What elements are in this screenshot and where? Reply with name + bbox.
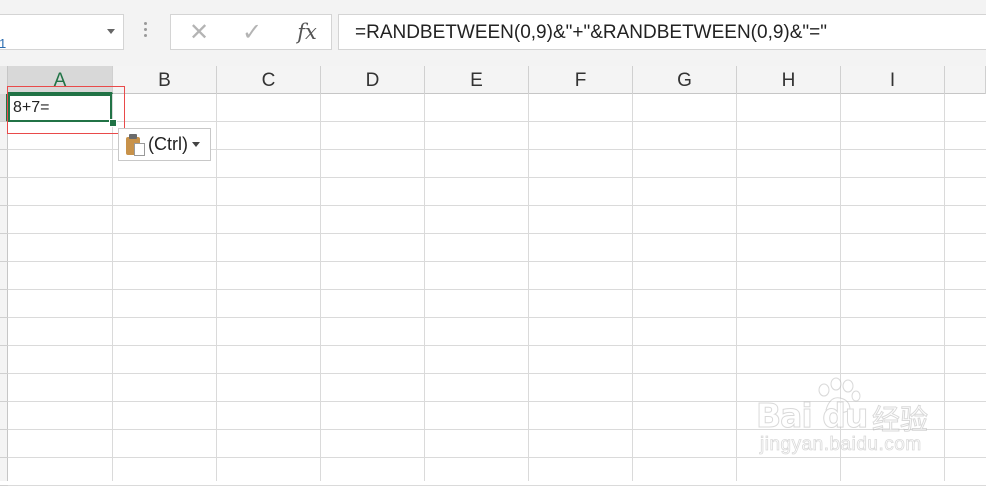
column-header-g[interactable]: G [633,66,737,94]
column-header-partial[interactable] [945,66,986,94]
clipboard-paste-icon [126,133,146,156]
row-header-5[interactable] [0,206,8,234]
row-header-9[interactable] [0,318,8,346]
row-header-7[interactable] [0,262,8,290]
grid-column-line [320,94,321,481]
paste-options-label: (Ctrl) [148,134,188,154]
row-header-8[interactable] [0,290,8,318]
formula-bar-row: 1 ✕ ✓ fx =RANDBETWEEN(0,9)&"+"&RANDBETWE… [0,0,986,66]
column-header-c[interactable]: C [217,66,321,94]
grid-column-line [112,94,113,481]
formula-buttons: ✕ ✓ fx [170,14,332,50]
paste-options-button[interactable]: (Ctrl) [118,128,211,161]
row-header-4[interactable] [0,178,8,206]
watermark-brand-cn: 经验 [871,404,929,436]
column-header-d[interactable]: D [321,66,425,94]
row-header-6[interactable] [0,234,8,262]
row-header-10[interactable] [0,346,8,374]
cancel-icon[interactable]: ✕ [179,15,219,49]
row-header-column [0,94,8,486]
column-header-h[interactable]: H [737,66,841,94]
annotation-highlight-box [7,86,125,134]
column-header-e[interactable]: E [425,66,529,94]
row-header-13[interactable] [0,430,8,458]
formula-bar-resize-handle[interactable] [144,22,148,42]
column-header-row: ABCDEFGHI [0,66,986,94]
enter-check-icon[interactable]: ✓ [232,15,272,49]
grid-column-line [736,94,737,481]
chevron-down-icon [191,142,200,147]
name-box-dropdown-icon[interactable] [107,29,115,34]
insert-function-button[interactable]: fx [287,15,327,49]
row-header-3[interactable] [0,150,8,178]
row-header-14[interactable] [0,458,8,486]
name-box[interactable]: 1 [0,14,124,51]
watermark-brand: Bai du [755,396,868,436]
grid-column-line [632,94,633,481]
column-header-b[interactable]: B [113,66,217,94]
grid-column-line [216,94,217,481]
baidu-jingyan-watermark: Bai du 经验 jingyan.baidu.com [755,376,986,476]
column-header-i[interactable]: I [841,66,945,94]
formula-input[interactable]: =RANDBETWEEN(0,9)&"+"&RANDBETWEEN(0,9)&"… [338,14,986,50]
name-box-value: 1 [0,36,7,51]
column-header-f[interactable]: F [529,66,633,94]
row-header-12[interactable] [0,402,8,430]
grid-column-line [424,94,425,481]
grid-column-line [528,94,529,481]
watermark-url: jingyan.baidu.com [760,434,922,456]
row-header-11[interactable] [0,374,8,402]
